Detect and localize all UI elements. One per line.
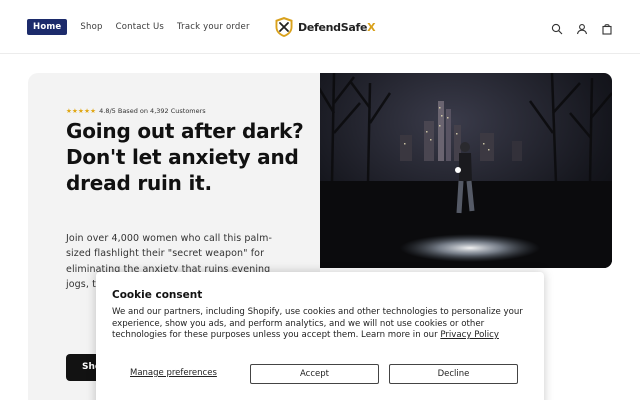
nav-shop[interactable]: Shop	[80, 22, 102, 32]
manage-preferences-link[interactable]: Manage preferences	[130, 368, 217, 378]
star-rating-icons: ★★★★★	[66, 107, 97, 115]
hero-headline: Going out after dark? Don't let anxiety …	[66, 119, 304, 195]
brand-logo[interactable]: DefendSafeX	[274, 16, 376, 38]
cookie-consent-banner: Cookie consent We and our partners, incl…	[96, 272, 544, 400]
cart-icon[interactable]	[601, 20, 613, 35]
logo-text-suffix: X	[367, 20, 376, 34]
rating-text: 4.8/5 Based on 4,392 Customers	[99, 107, 206, 115]
logo-wordmark: DefendSafeX	[298, 20, 376, 34]
account-icon[interactable]	[576, 20, 588, 35]
accept-cookies-button[interactable]: Accept	[250, 364, 379, 384]
shield-logo-icon	[275, 17, 293, 37]
decline-cookies-button[interactable]: Decline	[389, 364, 518, 384]
search-icon[interactable]	[551, 20, 563, 35]
rating-summary: ★★★★★ 4.8/5 Based on 4,392 Customers	[66, 107, 206, 115]
nav-contact-us[interactable]: Contact Us	[116, 22, 164, 32]
site-header: Home Shop Contact Us Track your order De…	[0, 0, 640, 54]
main-nav: Home Shop Contact Us Track your order	[27, 19, 250, 35]
header-actions	[551, 20, 613, 35]
nav-track-order[interactable]: Track your order	[177, 22, 250, 32]
logo-text-main: DefendSafe	[298, 20, 368, 34]
nav-home[interactable]: Home	[27, 19, 68, 35]
privacy-policy-link[interactable]: Privacy Policy	[440, 330, 499, 340]
hero-image	[320, 73, 612, 268]
cookie-title: Cookie consent	[112, 289, 203, 301]
cookie-message: We and our partners, including Shopify, …	[112, 307, 530, 342]
